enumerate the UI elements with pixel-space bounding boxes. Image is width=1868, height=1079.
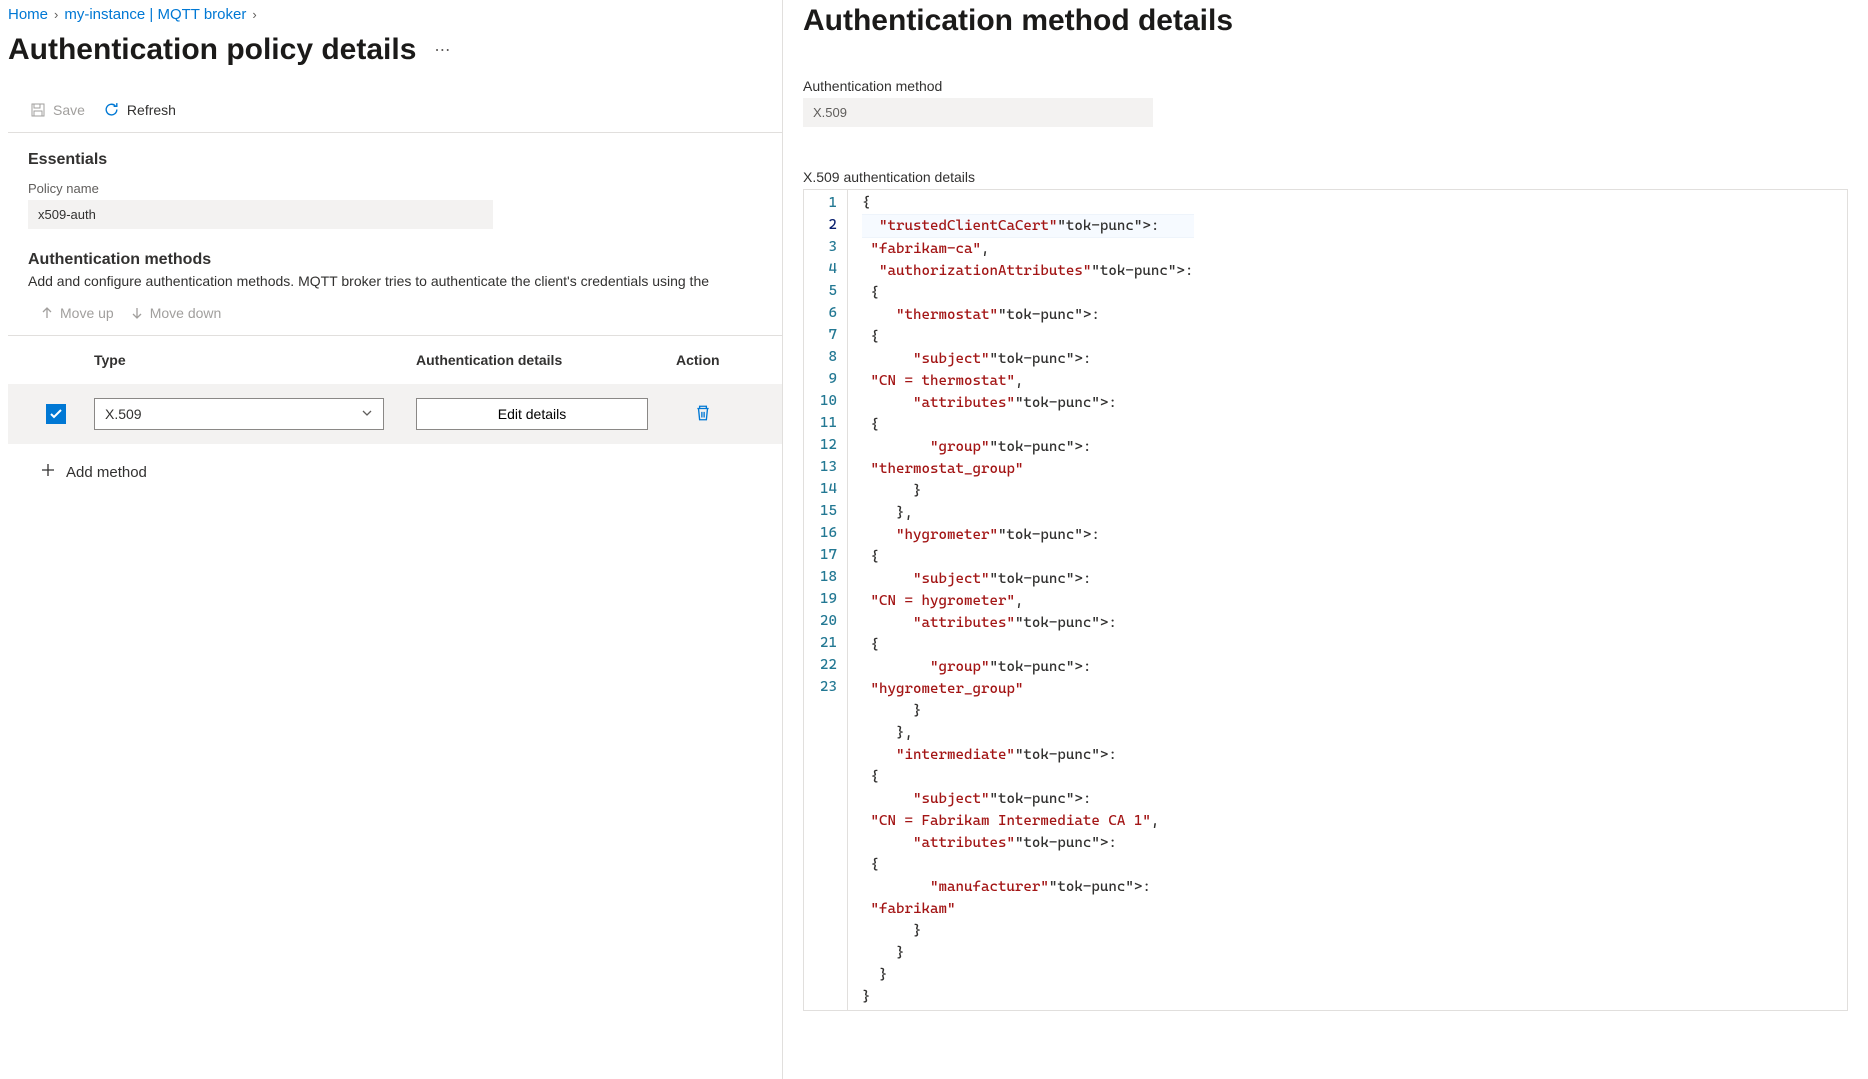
delete-button[interactable] — [694, 404, 712, 425]
type-select-value: X.509 — [105, 406, 142, 422]
refresh-icon — [103, 101, 120, 118]
breadcrumb: Home › my-instance | MQTT broker › — [8, 0, 782, 27]
type-select[interactable]: X.509 — [94, 398, 384, 430]
page-title: Authentication policy details — [8, 33, 416, 67]
move-down-button[interactable]: Move down — [130, 305, 222, 321]
table-header: Type Authentication details Action — [8, 335, 782, 384]
breadcrumb-home[interactable]: Home — [8, 6, 48, 23]
left-panel: Home › my-instance | MQTT broker › Authe… — [0, 0, 783, 1079]
methods-table: Type Authentication details Action X.509… — [8, 335, 782, 482]
chevron-right-icon: › — [54, 7, 58, 22]
row-checkbox[interactable] — [46, 404, 66, 424]
save-label: Save — [53, 102, 85, 118]
chevron-right-icon: › — [252, 7, 256, 22]
method-label: Authentication method — [803, 78, 1848, 94]
move-toolbar: Move up Move down — [40, 289, 762, 335]
col-action: Action — [676, 352, 782, 368]
add-method-button[interactable]: Add method — [8, 444, 147, 482]
save-icon — [30, 102, 46, 118]
table-row: X.509 Edit details — [8, 384, 782, 444]
arrow-down-icon — [130, 306, 144, 320]
details-label: X.509 authentication details — [803, 169, 1848, 185]
code-gutter: 1234567891011121314151617181920212223 — [804, 190, 848, 1010]
policy-name-field — [28, 200, 493, 229]
move-up-label: Move up — [60, 305, 114, 321]
code-editor[interactable]: 1234567891011121314151617181920212223 { … — [803, 189, 1848, 1011]
chevron-down-icon — [361, 406, 373, 422]
arrow-up-icon — [40, 306, 54, 320]
code-body[interactable]: { "trustedClientCaCert""tok-punc">: "fab… — [848, 190, 1193, 1010]
page-title-row: Authentication policy details ⋯ — [8, 27, 782, 91]
breadcrumb-instance[interactable]: my-instance | MQTT broker — [64, 6, 246, 23]
move-down-label: Move down — [150, 305, 222, 321]
move-up-button[interactable]: Move up — [40, 305, 114, 321]
right-panel-title: Authentication method details — [803, 0, 1848, 78]
essentials-section: Essentials Policy name Authentication me… — [8, 133, 782, 335]
methods-heading: Authentication methods — [28, 251, 762, 269]
edit-details-button[interactable]: Edit details — [416, 398, 648, 430]
method-field: Authentication method X.509 — [803, 78, 1848, 127]
more-icon[interactable]: ⋯ — [434, 40, 452, 60]
trash-icon — [694, 410, 712, 425]
method-value: X.509 — [803, 98, 1153, 127]
policy-name-label: Policy name — [28, 181, 762, 196]
refresh-button[interactable]: Refresh — [101, 97, 178, 122]
essentials-heading: Essentials — [28, 151, 762, 169]
refresh-label: Refresh — [127, 102, 176, 118]
col-details: Authentication details — [416, 352, 676, 368]
toolbar: Save Refresh — [8, 91, 782, 133]
add-method-label: Add method — [66, 464, 147, 481]
right-panel: Authentication method details Authentica… — [783, 0, 1868, 1079]
col-type: Type — [94, 352, 416, 368]
methods-description: Add and configure authentication methods… — [28, 273, 762, 289]
save-button[interactable]: Save — [28, 98, 87, 122]
plus-icon — [40, 462, 56, 482]
